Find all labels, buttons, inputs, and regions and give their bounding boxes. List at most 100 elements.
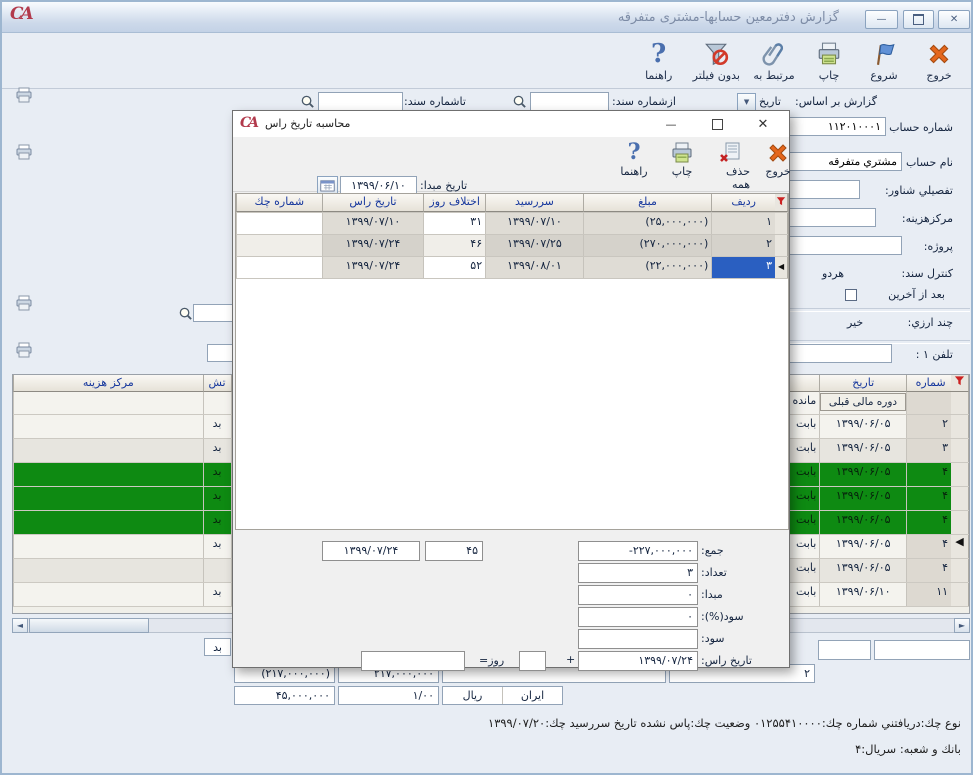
dialog-close-button[interactable]: ✕ bbox=[750, 115, 776, 133]
main-toolbar: خروج شروع چاپ مرتبط به bbox=[2, 32, 971, 89]
row-selector[interactable] bbox=[951, 392, 969, 414]
maximize-icon bbox=[913, 14, 924, 25]
account-no-label: شماره حساب bbox=[889, 121, 953, 134]
col-cheque-no[interactable]: شماره چك bbox=[236, 194, 322, 212]
maximize-button[interactable] bbox=[903, 10, 934, 29]
col-tash[interactable]: تش bbox=[203, 375, 231, 392]
scroll-right-button[interactable]: ► bbox=[954, 618, 970, 633]
dialog-exit-button[interactable]: خروج bbox=[755, 138, 801, 192]
minimize-icon: — bbox=[877, 14, 887, 25]
filter-funnel-icon[interactable] bbox=[951, 375, 969, 392]
dialog-maximize-button[interactable] bbox=[704, 115, 730, 133]
col-due-date[interactable]: سررسید bbox=[485, 194, 583, 212]
days-input-box[interactable] bbox=[519, 651, 546, 671]
result-box[interactable] bbox=[361, 651, 465, 671]
pin-icon[interactable] bbox=[14, 144, 34, 160]
row-selector[interactable] bbox=[775, 235, 788, 256]
to-doc-label: تاشماره سند: bbox=[404, 95, 466, 108]
row-selector[interactable] bbox=[951, 487, 969, 510]
account-name-label: نام حساب bbox=[906, 156, 953, 169]
exit-label: خروج bbox=[926, 69, 951, 82]
row-selector[interactable] bbox=[951, 415, 969, 438]
filter-funnel-icon[interactable] bbox=[775, 194, 788, 212]
dialog-title-bar: CA محاسبه تاریخ راس — ✕ bbox=[233, 111, 789, 138]
minimize-icon: — bbox=[666, 118, 677, 131]
report-by-label: گزارش بر اساس: bbox=[795, 95, 877, 108]
print-button[interactable]: چاپ bbox=[803, 35, 855, 84]
pin-icon[interactable] bbox=[14, 87, 34, 103]
tash-total-box: بد bbox=[204, 638, 231, 656]
col-number[interactable]: شماره bbox=[906, 375, 951, 392]
search-icon[interactable] bbox=[178, 306, 193, 324]
exit-button[interactable]: خروج bbox=[913, 35, 965, 84]
col-day-diff[interactable]: اختلاف روز bbox=[423, 194, 485, 212]
interest-label: سود: bbox=[701, 632, 725, 645]
origin-date-label: تاریخ مبدا: bbox=[420, 179, 467, 192]
from-doc-input[interactable] bbox=[530, 92, 609, 111]
no-filter-button[interactable]: بدون فیلتر bbox=[688, 35, 745, 84]
ras-label: تاریخ راس: bbox=[701, 654, 752, 667]
ras-table-row[interactable]: ۱۳۹۹/۰۷/۱۰ ۳۱ ۱۳۹۹/۰۷/۱۰ (۲۵,۰۰۰,۰۰۰) ۱ bbox=[236, 213, 788, 235]
related-label: مرتبط به bbox=[753, 69, 794, 82]
printer-icon bbox=[816, 37, 842, 67]
dialog-print-label: چاپ bbox=[672, 165, 693, 178]
record-arrow-icon[interactable]: ◀ bbox=[775, 257, 788, 278]
row-selector[interactable] bbox=[951, 439, 969, 462]
floating-detail-label: تفصیلي شناور: bbox=[885, 184, 953, 197]
interest-box bbox=[578, 629, 698, 649]
ras-date-dialog: CA محاسبه تاریخ راس — ✕ خروج حذف همه bbox=[232, 110, 790, 668]
interest-pct-box[interactable]: ۰ bbox=[578, 607, 698, 627]
help-icon: ? bbox=[628, 139, 641, 165]
after-last-checkbox[interactable] bbox=[845, 289, 857, 301]
from-doc-label: ازشماره سند: bbox=[612, 95, 676, 108]
scrollbar-thumb[interactable] bbox=[29, 618, 149, 633]
exit-x-icon bbox=[766, 139, 790, 165]
scroll-left-button[interactable]: ◄ bbox=[12, 618, 28, 633]
no-filter-label: بدون فیلتر bbox=[693, 69, 740, 82]
count-label: تعداد: bbox=[701, 566, 727, 579]
minimize-button[interactable]: — bbox=[865, 10, 898, 29]
row-selector[interactable] bbox=[951, 463, 969, 486]
close-icon: ✕ bbox=[758, 117, 769, 132]
prev-period-button[interactable]: دوره مالی قبلی bbox=[820, 393, 906, 411]
row-selector[interactable] bbox=[951, 511, 969, 534]
dialog-minimize-button[interactable]: — bbox=[658, 115, 684, 133]
interest-pct-label: سود(%): bbox=[701, 610, 744, 623]
dialog-print-button[interactable]: چاپ bbox=[659, 138, 705, 192]
row-selector[interactable] bbox=[951, 559, 969, 582]
ras-table-row-selected[interactable]: ۱۳۹۹/۰۷/۲۴ ۵۲ ۱۳۹۹/۰۸/۰۱ (۲۲,۰۰۰,۰۰۰) ۳ … bbox=[236, 257, 788, 279]
origin-value-box[interactable]: ۰ bbox=[578, 585, 698, 605]
ras-table-row[interactable]: ۱۳۹۹/۰۷/۲۴ ۴۶ ۱۳۹۹/۰۷/۲۵ (۲۷۰,۰۰۰,۰۰۰) ۲ bbox=[236, 235, 788, 257]
report-by-value: تاریخ bbox=[759, 95, 781, 108]
record-arrow-icon[interactable]: ◀ bbox=[951, 535, 969, 558]
help-button[interactable]: ? راهنما bbox=[633, 35, 685, 84]
dialog-exit-label: خروج bbox=[765, 165, 790, 178]
close-button[interactable]: ✕ bbox=[938, 10, 970, 29]
delete-all-button[interactable]: حذف همه bbox=[707, 138, 753, 192]
cheque-status-line: نوع چك:دریافتني شماره چك:۰۱۲۵۵۴۱۰۰۰۰ وضع… bbox=[488, 716, 961, 730]
dialog-help-label: راهنما bbox=[620, 165, 647, 178]
col-row-no[interactable]: ردیف bbox=[711, 194, 775, 212]
row-selector[interactable] bbox=[775, 213, 788, 234]
report-by-dropdown[interactable]: ▼ bbox=[737, 93, 756, 111]
totals-box-empty bbox=[874, 640, 970, 660]
pin-icon[interactable] bbox=[14, 342, 34, 358]
dialog-help-button[interactable]: ? راهنما bbox=[611, 138, 657, 192]
dialog-logo: CA bbox=[240, 115, 256, 131]
after-last-label: بعد از آخرین bbox=[888, 288, 945, 301]
to-doc-input[interactable] bbox=[318, 92, 403, 111]
col-ras-date[interactable]: تاریخ راس bbox=[322, 194, 424, 212]
related-button[interactable]: مرتبط به bbox=[748, 35, 800, 84]
cost-center-label: مرکزهزینه: bbox=[902, 212, 953, 225]
row-selector[interactable] bbox=[951, 583, 969, 606]
pin-icon[interactable] bbox=[14, 295, 34, 311]
currency-unit: ریال bbox=[443, 687, 503, 704]
col-cost-center[interactable]: مرکز هزینه bbox=[13, 375, 203, 392]
scroll-left-icon: ◄ bbox=[17, 621, 23, 630]
start-button[interactable]: شروع bbox=[858, 35, 910, 84]
ras-table: شماره چك تاریخ راس اختلاف روز سررسید مبل… bbox=[235, 193, 789, 530]
col-date[interactable]: تاریخ bbox=[819, 375, 906, 392]
ras-value-box[interactable]: ۱۳۹۹/۰۷/۲۴ bbox=[578, 651, 698, 671]
col-amount[interactable]: مبلغ bbox=[583, 194, 712, 212]
help-label: راهنما bbox=[645, 69, 672, 82]
